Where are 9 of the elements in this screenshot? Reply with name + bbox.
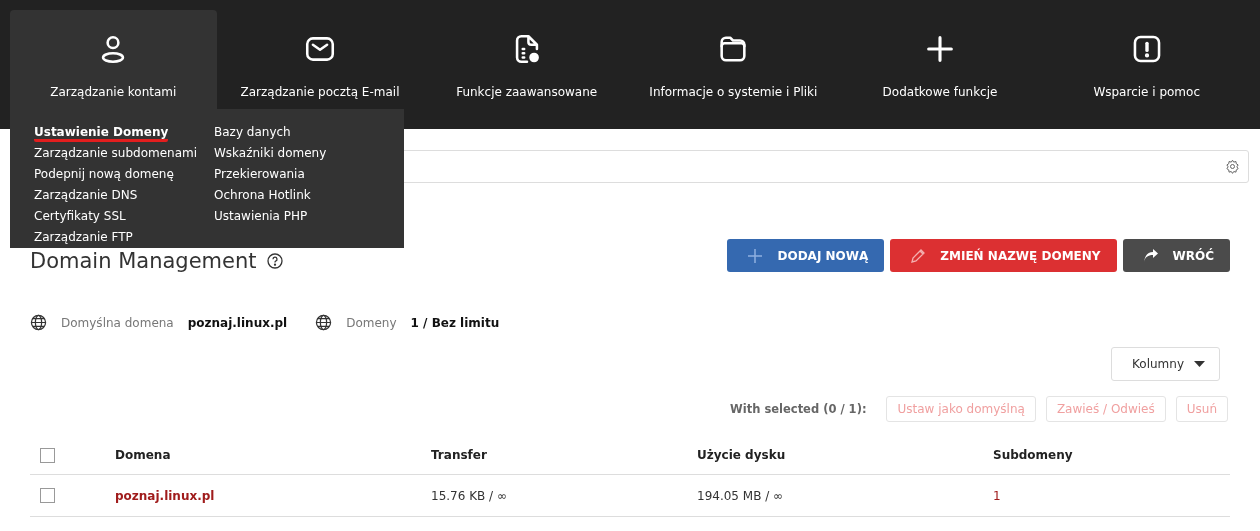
stat-value: poznaj.linux.pl	[187, 315, 288, 330]
stat-value: 1 / Bez limitu	[410, 315, 500, 330]
bulk-label: With selected (0 / 1):	[730, 402, 867, 416]
table-cell: 194.05 MB / ∞	[697, 488, 784, 503]
page-title: Domain Management	[30, 248, 257, 273]
table-cell: 1	[993, 488, 1001, 503]
table-cell: 15.76 KB / ∞	[431, 488, 507, 503]
stat-label: Domeny	[346, 315, 397, 330]
stat-label: Domyślna domena	[61, 315, 174, 330]
